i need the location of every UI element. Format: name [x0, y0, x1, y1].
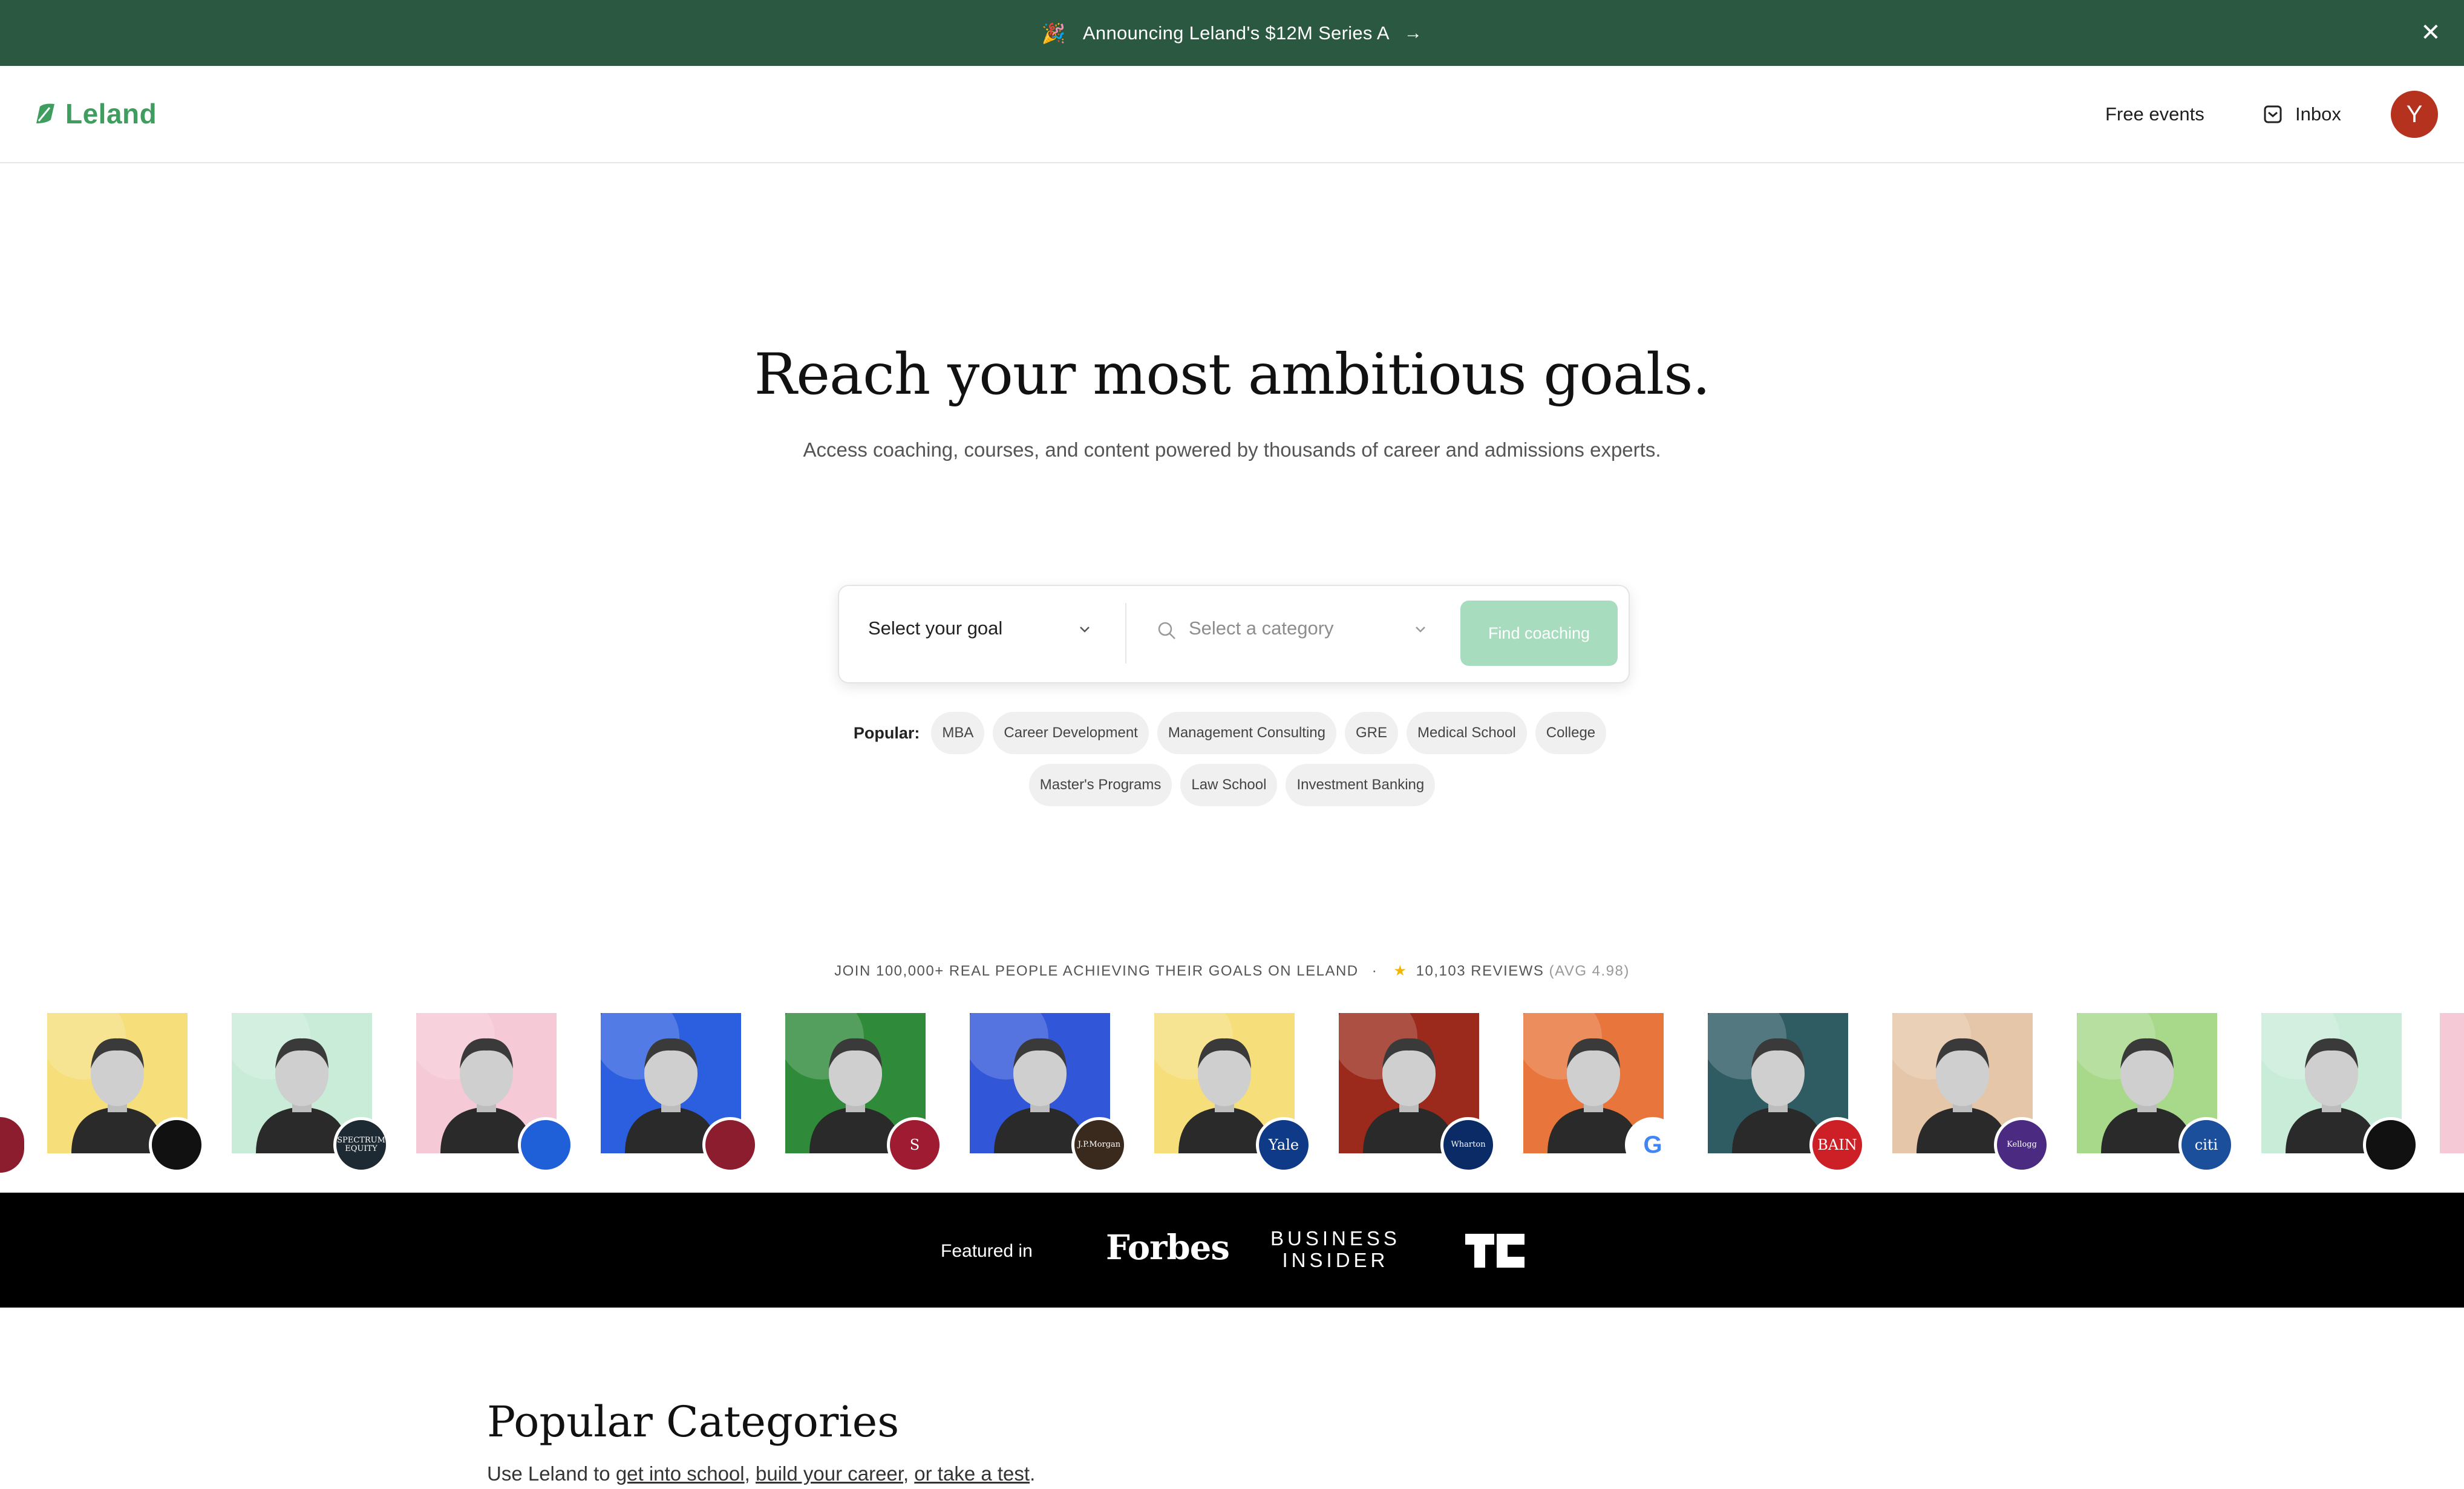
- build-your-career-link[interactable]: build your career: [756, 1462, 903, 1485]
- company-logo-badge: G: [1625, 1117, 1681, 1173]
- popular-chip[interactable]: GRE: [1344, 712, 1398, 754]
- social-proof: JOIN 100,000+ REAL PEOPLE ACHIEVING THEI…: [0, 962, 2464, 980]
- coach-card-partial: [2440, 1013, 2464, 1153]
- company-logo-badge: Yale: [1256, 1117, 1312, 1173]
- company-logo-badge: [702, 1117, 758, 1173]
- coach-card[interactable]: G: [1523, 1013, 1681, 1173]
- reviews-count: 10,103 REVIEWS: [1416, 963, 1544, 979]
- company-logo-badge: [2363, 1117, 2419, 1173]
- leaf-icon: [36, 103, 54, 123]
- badge-text: S: [909, 1136, 920, 1153]
- popular-goals: Popular: MBA Career Development Management…: [0, 712, 2464, 816]
- badge-text: Kellogg: [2007, 1140, 2037, 1149]
- arrow-right-icon: →: [1404, 22, 1423, 43]
- featured-label: Featured in: [941, 1241, 1033, 1261]
- inbox-label: Inbox: [2295, 103, 2341, 125]
- coach-card-partial: [0, 1117, 24, 1173]
- badge-text: G: [1643, 1131, 1662, 1158]
- search-divider: [1125, 603, 1126, 663]
- badge-text: SPECTRUM EQUITY: [337, 1136, 385, 1153]
- popular-row: Master's Programs Law School Investment Ba…: [0, 764, 2464, 806]
- search-icon: [1158, 622, 1175, 639]
- company-logo-badge: [149, 1117, 204, 1173]
- badge-text: Wharton: [1451, 1140, 1486, 1149]
- reviews-average: (AVG 4.98): [1549, 963, 1630, 979]
- find-coaching-button[interactable]: Find coaching: [1460, 601, 1618, 666]
- coach-carousel: SPECTRUM EQUITY S J.P.Morgan Yale Wharton G BA…: [0, 1013, 2464, 1182]
- coach-card[interactable]: [2261, 1013, 2419, 1173]
- hero-title: Reach your most ambitious goals.: [754, 342, 1711, 408]
- popular-categories-title: Popular Categories: [487, 1397, 900, 1447]
- company-logo-badge: Kellogg: [1994, 1117, 2050, 1173]
- popular-categories-subtitle: Use Leland to get into school, build you…: [487, 1462, 1035, 1485]
- social-proof-text: JOIN 100,000+ REAL PEOPLE ACHIEVING THEI…: [834, 963, 1359, 979]
- top-navbar: Leland Free events Inbox Y: [0, 66, 2464, 163]
- popular-chip[interactable]: Medical School: [1407, 712, 1527, 754]
- chevron-down-icon: [1080, 627, 1090, 633]
- company-logo-badge: SPECTRUM EQUITY: [333, 1117, 389, 1173]
- coach-card[interactable]: BAIN: [1708, 1013, 1865, 1173]
- popular-chip[interactable]: MBA: [931, 712, 985, 754]
- bi-line-1: BUSINESS: [1270, 1227, 1400, 1250]
- popular-chip[interactable]: Career Development: [993, 712, 1149, 754]
- company-logo-badge: J.P.Morgan: [1071, 1117, 1127, 1173]
- coach-card[interactable]: S: [785, 1013, 943, 1173]
- company-logo-badge: citi: [2178, 1117, 2234, 1173]
- comma: ,: [744, 1462, 750, 1485]
- company-logo-badge: Wharton: [1440, 1117, 1496, 1173]
- coach-card[interactable]: [601, 1013, 758, 1173]
- coach-card[interactable]: Wharton: [1339, 1013, 1496, 1173]
- popular-chip[interactable]: Management Consulting: [1157, 712, 1336, 754]
- inbox-link[interactable]: Inbox: [2263, 103, 2341, 125]
- close-icon[interactable]: ✕: [2420, 18, 2441, 47]
- logo-text: Leland: [65, 98, 157, 129]
- hero-subtitle: Access coaching, courses, and content po…: [803, 438, 1661, 461]
- comma: ,: [903, 1462, 909, 1485]
- badge-text: BAIN: [1817, 1136, 1857, 1153]
- coach-card[interactable]: [416, 1013, 574, 1173]
- period: .: [1030, 1462, 1036, 1485]
- popular-chip[interactable]: College: [1535, 712, 1607, 754]
- popular-row: Popular: MBA Career Development Management…: [0, 712, 2464, 754]
- goal-select[interactable]: Select your goal: [868, 617, 1002, 639]
- leland-logo[interactable]: Leland: [33, 97, 157, 130]
- forbes-logo[interactable]: Forbes: [1106, 1228, 1230, 1268]
- coach-card[interactable]: SPECTRUM EQUITY: [232, 1013, 389, 1173]
- get-into-school-link[interactable]: get into school: [616, 1462, 745, 1485]
- coach-card[interactable]: [47, 1013, 204, 1173]
- coach-card[interactable]: citi: [2077, 1013, 2234, 1173]
- coach-card[interactable]: Yale: [1154, 1013, 1312, 1173]
- popular-chip[interactable]: Master's Programs: [1028, 764, 1172, 806]
- popular-label: Popular:: [853, 723, 920, 742]
- bi-line-2: INSIDER: [1282, 1249, 1389, 1271]
- badge-text: Yale: [1268, 1136, 1299, 1153]
- coach-card[interactable]: J.P.Morgan: [970, 1013, 1127, 1173]
- popular-chip[interactable]: Law School: [1180, 764, 1278, 806]
- star-icon: ★: [1393, 963, 1408, 979]
- company-logo-badge: S: [887, 1117, 943, 1173]
- badge-text: citi: [2194, 1136, 2218, 1153]
- coach-card[interactable]: Kellogg: [1892, 1013, 2050, 1173]
- announcement-banner[interactable]: 🎉 Announcing Leland's $12M Series A → ✕: [0, 0, 2464, 66]
- company-logo-badge: [518, 1117, 574, 1173]
- user-avatar[interactable]: Y: [2391, 91, 2438, 138]
- announcement-text[interactable]: Announcing Leland's $12M Series A: [1083, 22, 1390, 44]
- badge-text: J.P.Morgan: [1077, 1140, 1121, 1149]
- featured-in-band: Featured in Forbes BUSINESS INSIDER: [0, 1193, 2464, 1308]
- take-a-test-link[interactable]: or take a test: [914, 1462, 1030, 1485]
- lead-text: Use Leland to: [487, 1462, 610, 1485]
- techcrunch-logo[interactable]: [1465, 1234, 1524, 1268]
- free-events-link[interactable]: Free events: [2105, 103, 2204, 125]
- category-select[interactable]: Select a category: [1189, 617, 1334, 639]
- inbox-icon: [2264, 105, 2282, 123]
- goal-search-bar: Select your goal Select a category Find …: [838, 585, 1630, 683]
- business-insider-logo[interactable]: BUSINESS INSIDER: [1270, 1228, 1400, 1271]
- company-logo-badge: BAIN: [1809, 1117, 1865, 1173]
- confetti-icon: 🎉: [1041, 22, 1066, 44]
- chevron-down-icon: [1416, 627, 1425, 633]
- popular-chip[interactable]: Investment Banking: [1286, 764, 1436, 806]
- separator-dot: ·: [1371, 963, 1378, 979]
